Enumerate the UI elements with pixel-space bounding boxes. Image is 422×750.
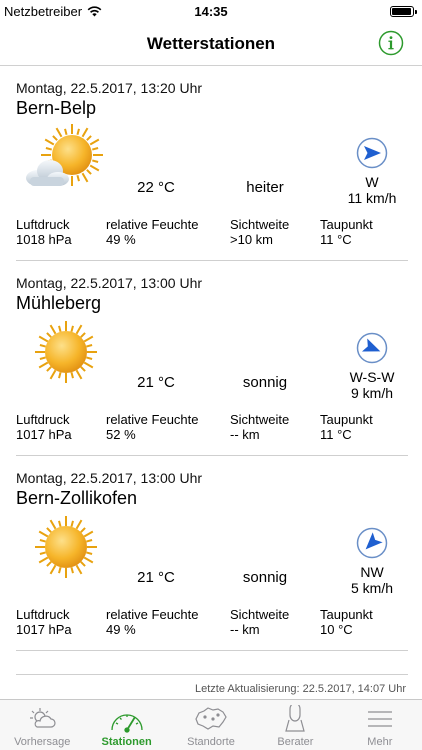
wind-direction-icon	[356, 527, 388, 559]
visibility-label: Sichtweite	[230, 412, 290, 427]
station-card[interactable]: Montag, 22.5.2017, 13:00 Uhr Mühleberg 2…	[0, 262, 422, 457]
tab-label: Berater	[277, 736, 314, 748]
pressure-label: Luftdruck	[16, 607, 70, 622]
station-date: Montag, 22.5.2017, 13:00 Uhr	[16, 470, 203, 486]
sun-icon	[35, 516, 97, 578]
station-condition: heiter	[246, 179, 284, 196]
dewpoint-value: 10 °C	[320, 622, 353, 637]
station-condition: sonnig	[242, 374, 288, 391]
tab-berater[interactable]: Berater	[253, 700, 337, 750]
map-icon	[195, 707, 227, 730]
wind-speed: 5 km/h	[350, 580, 393, 596]
station-card[interactable]: Montag, 22.5.2017, 13:20 Uhr Bern-Belp 2…	[0, 67, 422, 262]
pressure-value: 1017 hPa	[16, 622, 72, 637]
visibility-label: Sichtweite	[230, 607, 290, 622]
divider	[16, 455, 408, 456]
humidity-value: 52 %	[106, 427, 136, 442]
battery-icon	[390, 6, 417, 17]
humidity-label: relative Feuchte	[106, 412, 199, 427]
navigation-bar: Wetterstationen	[0, 22, 422, 66]
station-card[interactable]: Montag, 22.5.2017, 13:00 Uhr Bern-Zollik…	[0, 457, 422, 652]
person-icon	[285, 705, 306, 732]
pressure-value: 1017 hPa	[16, 427, 72, 442]
sun-cloud-icon	[26, 124, 103, 186]
station-list[interactable]: Montag, 22.5.2017, 13:20 Uhr Bern-Belp 2…	[0, 67, 422, 699]
station-name: Bern-Belp	[16, 98, 97, 118]
humidity-value: 49 %	[106, 232, 136, 247]
divider	[16, 674, 408, 675]
tab-label: Standorte	[187, 736, 235, 748]
humidity-label: relative Feuchte	[106, 607, 199, 622]
station-date: Montag, 22.5.2017, 13:20 Uhr	[16, 80, 203, 96]
tab-label: Stationen	[101, 736, 152, 748]
visibility-label: Sichtweite	[230, 217, 290, 232]
tab-vorhersage[interactable]: Vorhersage	[0, 700, 84, 750]
station-temperature: 21 °C	[137, 569, 175, 586]
page-title: Wetterstationen	[146, 34, 276, 53]
wind-speed: 9 km/h	[350, 385, 393, 401]
status-bar: Netzbetreiber 14:35	[0, 0, 422, 22]
dewpoint-label: Taupunkt	[320, 217, 373, 232]
wind-direction: W	[365, 174, 379, 190]
visibility-value: -- km	[230, 427, 260, 442]
tab-mehr[interactable]: Mehr	[338, 700, 422, 750]
humidity-label: relative Feuchte	[106, 217, 199, 232]
pressure-label: Luftdruck	[16, 412, 70, 427]
dewpoint-label: Taupunkt	[320, 412, 373, 427]
wind-speed: 11 km/h	[347, 190, 397, 206]
sun-icon	[35, 321, 97, 383]
tab-bar: Vorhersage Stationen Standorte Berater M…	[0, 699, 422, 750]
tab-standorte[interactable]: Standorte	[169, 700, 253, 750]
tab-label: Vorhersage	[14, 736, 71, 748]
forecast-icon	[30, 708, 56, 728]
station-name: Bern-Zollikofen	[16, 488, 138, 508]
station-name: Mühleberg	[16, 293, 102, 313]
tab-stationen[interactable]: Stationen	[84, 700, 168, 750]
status-time: 14:35	[194, 4, 228, 19]
wind-direction-icon	[356, 332, 388, 364]
station-condition: sonnig	[242, 569, 288, 586]
dewpoint-value: 11 °C	[320, 427, 352, 442]
pressure-value: 1018 hPa	[16, 232, 72, 247]
wind-direction-icon	[356, 137, 388, 169]
last-update-text: Letzte Aktualisierung: 22.5.2017, 14:07 …	[195, 683, 406, 695]
dewpoint-value: 11 °C	[320, 232, 352, 247]
visibility-value: -- km	[230, 622, 260, 637]
station-temperature: 22 °C	[137, 179, 175, 196]
wind-direction: W-S-W	[349, 369, 395, 385]
station-temperature: 21 °C	[137, 374, 175, 391]
divider	[16, 260, 408, 261]
menu-icon	[367, 711, 392, 727]
tab-label: Mehr	[367, 736, 393, 748]
pressure-label: Luftdruck	[16, 217, 70, 232]
station-date: Montag, 22.5.2017, 13:00 Uhr	[16, 275, 203, 291]
info-icon[interactable]	[378, 30, 404, 56]
stations-icon	[110, 714, 143, 733]
dewpoint-label: Taupunkt	[320, 607, 373, 622]
humidity-value: 49 %	[106, 622, 136, 637]
divider	[16, 650, 408, 651]
wind-direction: NW	[360, 564, 384, 580]
visibility-value: >10 km	[230, 232, 273, 247]
